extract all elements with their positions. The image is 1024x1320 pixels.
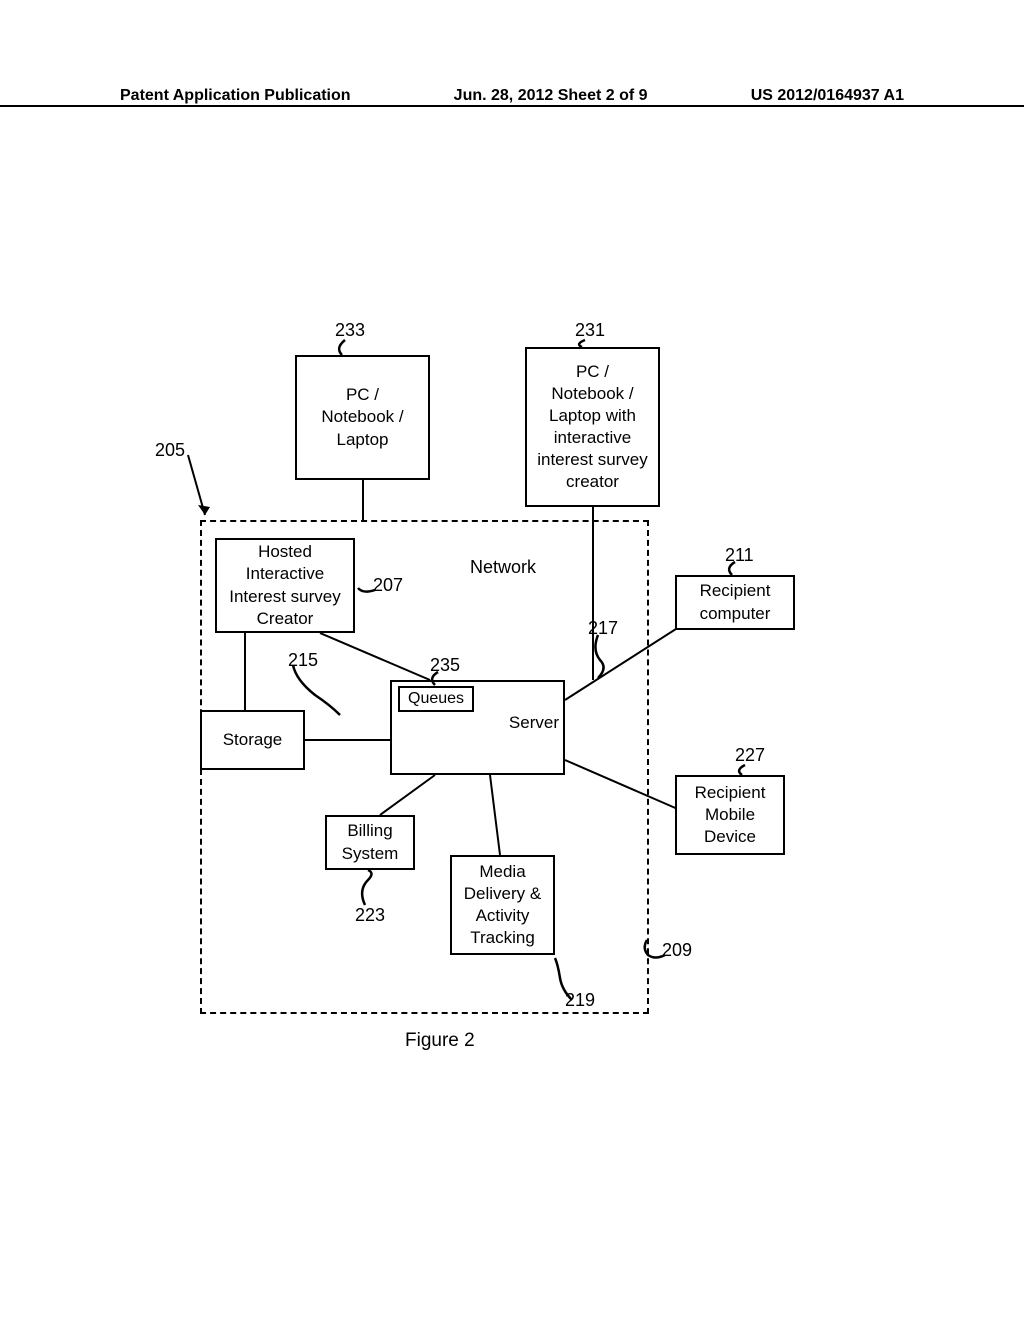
ref-223: 223: [355, 905, 385, 927]
box-recipient-mobile: Recipient Mobile Device: [675, 775, 785, 855]
box-233-text: PC / Notebook / Laptop: [321, 384, 403, 450]
box-queues: Queues: [398, 686, 474, 712]
figure-caption: Figure 2: [405, 1030, 475, 1052]
ref-217: 217: [588, 618, 618, 640]
ref-233: 233: [335, 320, 365, 342]
header-right: US 2012/0164937 A1: [751, 87, 904, 105]
box-231-text: PC / Notebook / Laptop with interactive …: [537, 361, 648, 494]
ref-231: 231: [575, 320, 605, 342]
media-text: Media Delivery & Activity Tracking: [464, 861, 541, 949]
box-media-tracking: Media Delivery & Activity Tracking: [450, 855, 555, 955]
header: Patent Application Publication Jun. 28, …: [0, 85, 1024, 107]
header-left: Patent Application Publication: [120, 87, 351, 105]
network-label: Network: [470, 557, 536, 579]
box-recipient-computer: Recipient computer: [675, 575, 795, 630]
box-storage: Storage: [200, 710, 305, 770]
header-center: Jun. 28, 2012 Sheet 2 of 9: [454, 87, 648, 105]
box-billing: Billing System: [325, 815, 415, 870]
diagram-container: PC / Notebook / Laptop PC / Notebook / L…: [180, 300, 860, 1080]
ref-227: 227: [735, 745, 765, 767]
box-211-text: Recipient computer: [700, 580, 771, 624]
ref-211: 211: [725, 545, 754, 567]
ref-205: 205: [155, 440, 185, 462]
ref-219: 219: [565, 990, 595, 1012]
ref-207: 207: [373, 575, 403, 597]
box-207-text: Hosted Interactive Interest survey Creat…: [229, 541, 341, 629]
storage-text: Storage: [223, 729, 283, 751]
server-text: Server: [509, 712, 559, 734]
ref-209: 209: [662, 940, 692, 962]
ref-235: 235: [430, 655, 460, 677]
box-pc-notebook-laptop: PC / Notebook / Laptop: [295, 355, 430, 480]
billing-text: Billing System: [342, 820, 399, 864]
queues-text: Queues: [408, 690, 464, 707]
box-hosted-creator: Hosted Interactive Interest survey Creat…: [215, 538, 355, 633]
ref-215: 215: [288, 650, 318, 672]
box-227-text: Recipient Mobile Device: [695, 782, 766, 848]
box-pc-with-creator: PC / Notebook / Laptop with interactive …: [525, 347, 660, 507]
